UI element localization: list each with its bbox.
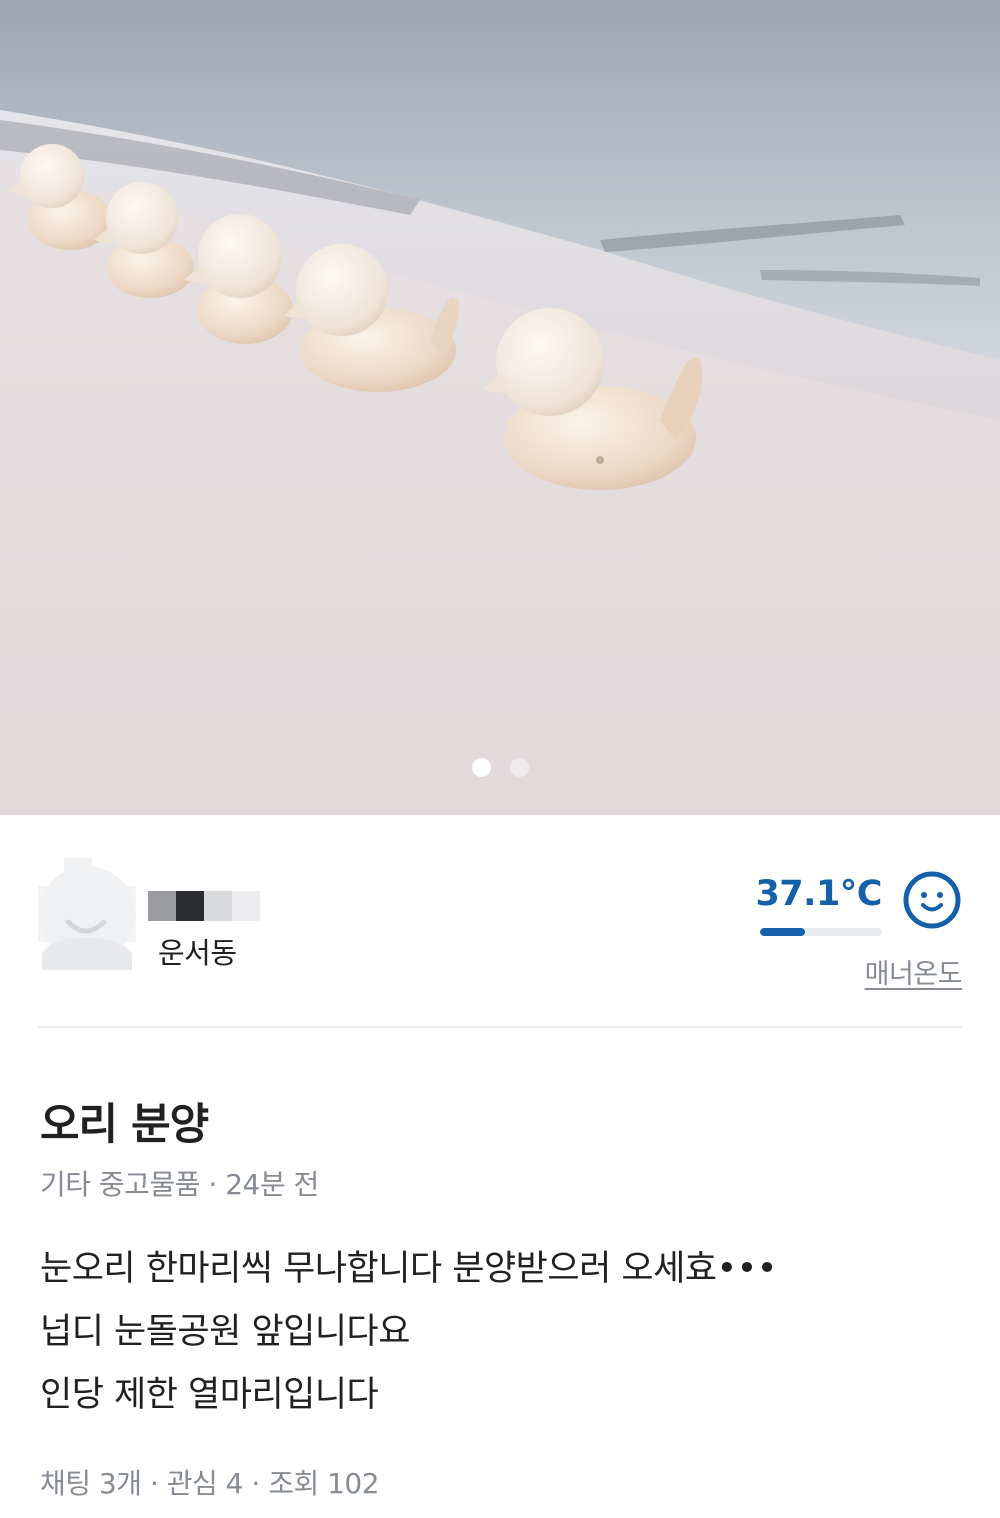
post-description: 눈오리 한마리씩 무나합니다 분양받으러 오세효••• 넙디 눈돌공원 앞입니다…	[40, 1238, 970, 1427]
post-meta: 기타 중고물품 · 24분 전	[40, 1163, 319, 1203]
description-line: 눈오리 한마리씩 무나합니다 분양받으러 오세효•••	[40, 1249, 777, 1289]
interest-count: 관심 4	[166, 1467, 244, 1500]
product-photo-carousel[interactable]	[0, 0, 1000, 815]
carousel-indicator	[0, 758, 1000, 778]
manner-temperature-label[interactable]: 매너온도	[865, 952, 963, 991]
post-category[interactable]: 기타 중고물품	[40, 1168, 200, 1201]
stats-separator: ·	[251, 1467, 260, 1500]
description-line: 넙디 눈돌공원 앞입니다요	[40, 1312, 410, 1352]
manner-temperature-bar-fill	[760, 928, 806, 936]
profile-avatar[interactable]	[38, 858, 136, 970]
description-line: 인당 제한 열마리입니다	[40, 1375, 379, 1415]
carousel-dot-2[interactable]	[509, 758, 529, 777]
seller-region: 운서동	[158, 936, 237, 970]
section-divider	[38, 1026, 962, 1028]
stats-separator: ·	[149, 1467, 159, 1500]
view-count: 조회 102	[268, 1467, 380, 1500]
manner-temperature-bar	[760, 928, 882, 936]
post-time: 24분 전	[225, 1168, 319, 1201]
seller-profile[interactable]: 운서동 37.1°C 매너온도	[38, 858, 963, 990]
manner-temperature[interactable]: 37.1°C 매너온도	[755, 870, 963, 990]
seller-nickname-pixelated	[148, 891, 260, 921]
carousel-dot-1[interactable]	[471, 758, 491, 777]
manner-temperature-value: 37.1°C	[755, 874, 882, 914]
post-title: 오리 분양	[40, 1100, 209, 1150]
meta-separator: ·	[208, 1168, 217, 1201]
product-photo	[0, 0, 1000, 815]
chat-count: 채팅 3개	[40, 1467, 142, 1500]
smile-face-icon	[903, 871, 961, 929]
post-stats: 채팅 3개 · 관심 4 · 조회 102	[40, 1462, 380, 1502]
